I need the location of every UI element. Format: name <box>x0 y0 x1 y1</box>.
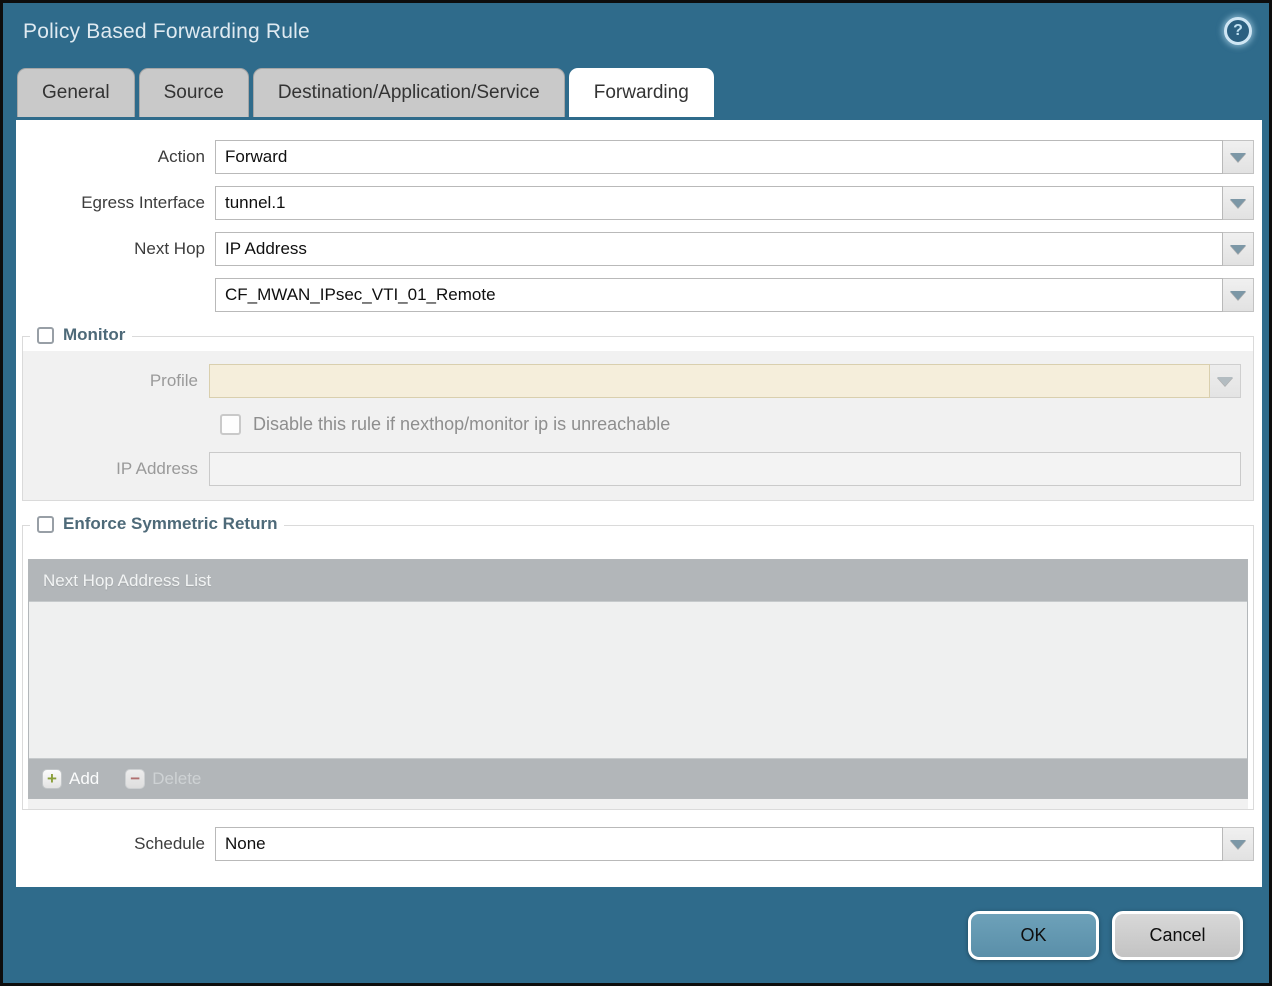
add-button-label: Add <box>69 769 99 789</box>
profile-dropdown-button <box>1210 364 1241 398</box>
schedule-dropdown-button[interactable] <box>1223 827 1254 861</box>
monitor-checkbox[interactable] <box>37 327 54 344</box>
next-hop-address-table-header-label: Next Hop Address List <box>43 571 211 591</box>
profile-select <box>209 364 1210 398</box>
table-footer-spacer <box>28 799 1248 809</box>
tab-destination-application-service[interactable]: Destination/Application/Service <box>253 68 565 117</box>
forwarding-tab-panel: Action Forward Egress Interface tunnel.1… <box>16 120 1262 887</box>
action-dropdown-button[interactable] <box>1223 140 1254 174</box>
symmetric-return-checkbox[interactable] <box>37 516 54 533</box>
next-hop-label: Next Hop <box>16 239 215 259</box>
schedule-label: Schedule <box>16 834 215 854</box>
action-select[interactable]: Forward <box>215 140 1223 174</box>
action-row: Action Forward <box>16 140 1254 174</box>
dialog-titlebar: Policy Based Forwarding Rule <box>3 3 1269 68</box>
cancel-button-label: Cancel <box>1149 925 1205 946</box>
chevron-down-icon <box>1230 245 1246 254</box>
schedule-select[interactable]: None <box>215 827 1223 861</box>
disable-rule-row: Disable this rule if nexthop/monitor ip … <box>220 410 1253 438</box>
help-icon[interactable]: ? <box>1224 17 1252 45</box>
tab-bar: General Source Destination/Application/S… <box>3 68 1269 117</box>
next-hop-address-table-footer: + Add − Delete <box>29 758 1247 798</box>
action-label: Action <box>16 147 215 167</box>
next-hop-address-row: CF_MWAN_IPsec_VTI_01_Remote <box>16 278 1254 312</box>
tab-forwarding-label: Forwarding <box>594 82 689 104</box>
chevron-down-icon <box>1230 840 1246 849</box>
next-hop-address-dropdown-button[interactable] <box>1223 278 1254 312</box>
next-hop-select[interactable]: IP Address <box>215 232 1223 266</box>
cancel-button[interactable]: Cancel <box>1112 911 1243 960</box>
minus-icon: − <box>125 769 145 789</box>
tab-source-label: Source <box>164 82 224 104</box>
next-hop-address-input[interactable]: CF_MWAN_IPsec_VTI_01_Remote <box>215 278 1223 312</box>
egress-interface-label: Egress Interface <box>16 193 215 213</box>
next-hop-row: Next Hop IP Address <box>16 232 1254 266</box>
chevron-down-icon <box>1230 153 1246 162</box>
chevron-down-icon <box>1217 377 1233 386</box>
delete-button-label: Delete <box>152 769 201 789</box>
plus-icon: + <box>42 769 62 789</box>
profile-label: Profile <box>23 371 209 391</box>
help-glyph: ? <box>1233 22 1243 40</box>
monitor-legend: Monitor <box>30 325 132 345</box>
monitor-ip-row: IP Address <box>23 452 1241 486</box>
next-hop-address-table-header: Next Hop Address List <box>29 560 1247 602</box>
monitor-legend-label: Monitor <box>63 325 125 345</box>
egress-interface-row: Egress Interface tunnel.1 <box>16 186 1254 220</box>
next-hop-address-table-body[interactable] <box>29 602 1247 758</box>
dialog-title: Policy Based Forwarding Rule <box>23 20 310 43</box>
symmetric-return-legend: Enforce Symmetric Return <box>30 514 284 534</box>
monitor-fields: Profile Disable this rule if nexthop/mon… <box>23 351 1253 500</box>
tab-forwarding[interactable]: Forwarding <box>569 68 714 117</box>
disable-rule-checkbox <box>220 414 241 435</box>
next-hop-address-table: Next Hop Address List + Add − Delete <box>28 559 1248 799</box>
symmetric-return-groupbox: Enforce Symmetric Return Next Hop Addres… <box>22 525 1254 810</box>
disable-rule-label: Disable this rule if nexthop/monitor ip … <box>253 414 670 435</box>
next-hop-dropdown-button[interactable] <box>1223 232 1254 266</box>
symmetric-return-legend-label: Enforce Symmetric Return <box>63 514 277 534</box>
egress-interface-dropdown-button[interactable] <box>1223 186 1254 220</box>
add-button[interactable]: + Add <box>42 769 99 789</box>
tab-general[interactable]: General <box>17 68 135 117</box>
ok-button-label: OK <box>1020 925 1046 946</box>
chevron-down-icon <box>1230 199 1246 208</box>
schedule-row: Schedule None <box>16 827 1254 861</box>
delete-button: − Delete <box>125 769 201 789</box>
dialog-button-bar: OK Cancel <box>968 911 1243 960</box>
tab-source[interactable]: Source <box>139 68 249 117</box>
monitor-ip-label: IP Address <box>23 459 209 479</box>
ok-button[interactable]: OK <box>968 911 1099 960</box>
monitor-groupbox: Monitor Profile Disable this rule if nex… <box>22 336 1254 501</box>
monitor-ip-input <box>209 452 1241 486</box>
egress-interface-select[interactable]: tunnel.1 <box>215 186 1223 220</box>
tab-general-label: General <box>42 82 110 104</box>
tab-destination-label: Destination/Application/Service <box>278 82 540 104</box>
chevron-down-icon <box>1230 291 1246 300</box>
profile-row: Profile <box>23 364 1241 398</box>
